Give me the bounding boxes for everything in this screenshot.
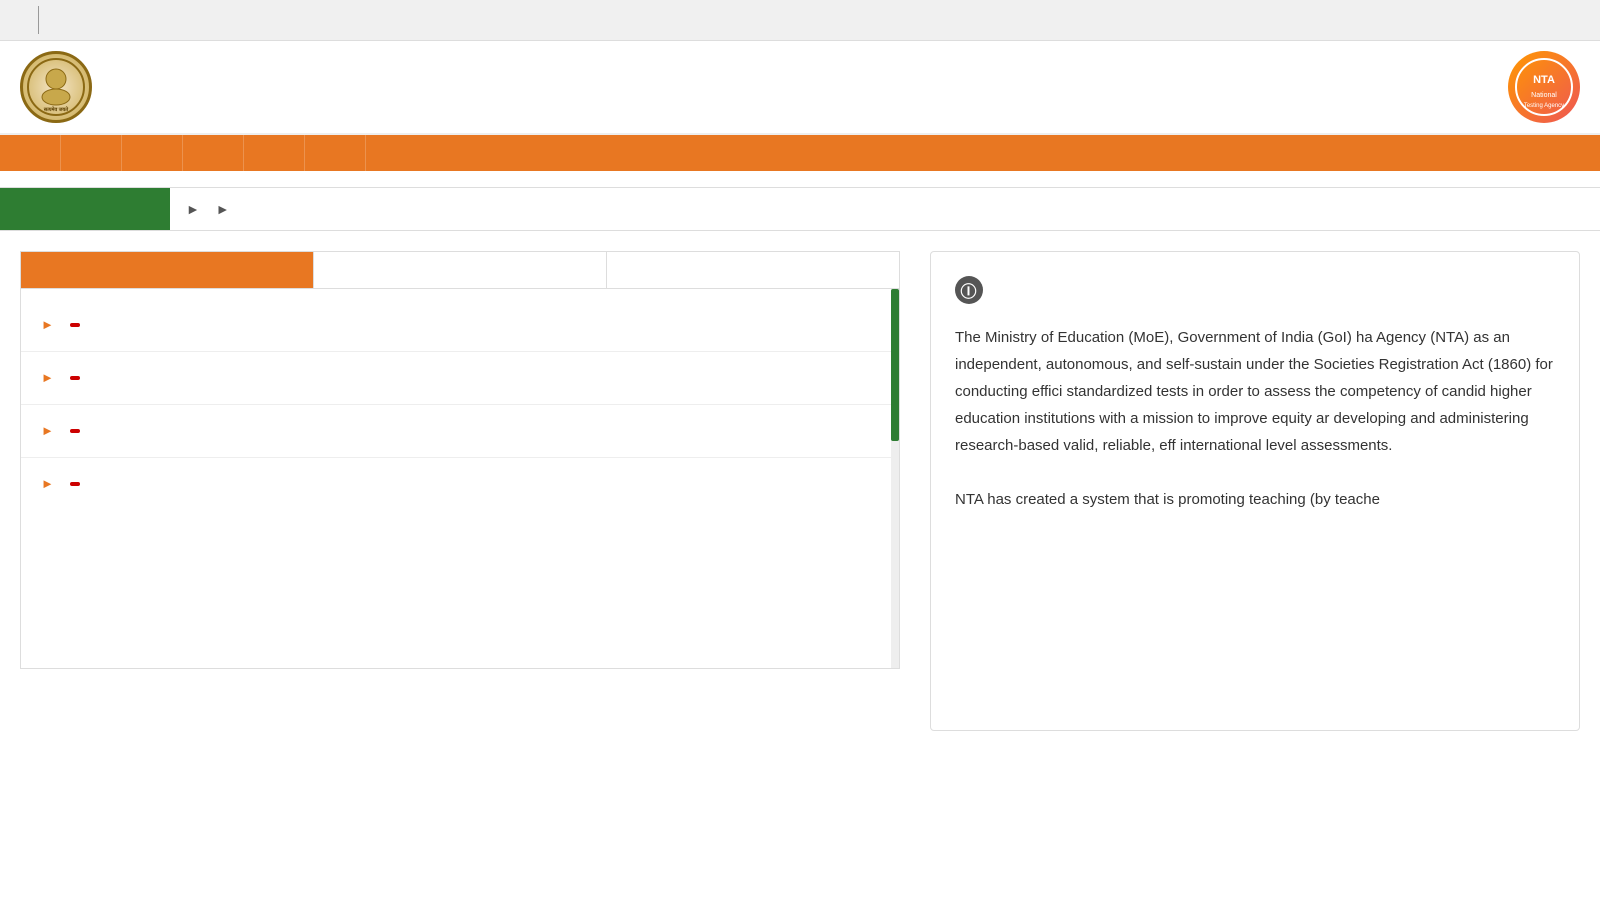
notice-item-1: ► [21,299,899,352]
tabs-container [20,251,900,289]
intro-text: The Ministry of Education (MoE), Governm… [955,324,1555,513]
right-circle-logo: NTA National Testing Agency [1508,51,1580,123]
svg-text:सत्यमेव जयते: सत्यमेव जयते [43,106,69,113]
new-badge-1 [70,323,80,327]
bullet-arrow-4: ► [41,476,54,491]
tab-news-events[interactable] [314,252,607,288]
scroll-thumb [891,289,899,441]
logo-section: सत्यमेव जयते [20,51,320,123]
emblem-logo: सत्यमेव जयते [20,51,92,123]
main-nav [0,135,1600,171]
info-icon: ⓘ [955,276,983,304]
notice-item-3: ► [21,405,899,458]
tab-candidate-activity[interactable] [607,252,899,288]
ticker-arrow-1: ► [186,201,200,217]
left-panel: ► ► ► ► [20,251,900,731]
cuet-banner [0,171,1600,187]
nav-universities[interactable] [183,135,244,171]
svg-text:National: National [1531,92,1557,99]
intro-title: ⓘ [955,276,1555,304]
new-badge-2 [70,376,80,380]
svg-text:NTA: NTA [1533,74,1555,86]
tab-public-notices[interactable] [21,252,314,288]
bullet-arrow-2: ► [41,370,54,385]
svg-text:Testing Agency: Testing Agency [1524,103,1564,109]
nav-important-download[interactable] [122,135,183,171]
nav-contact[interactable] [305,135,366,171]
gov-bar-divider [38,6,39,34]
notice-item-4: ► [21,458,899,510]
latest-news-label [0,188,170,230]
notice-item-2: ► [21,352,899,405]
government-bar [0,0,1600,41]
nav-home[interactable] [0,135,61,171]
main-content: ► ► ► ► ⓘ [0,231,1600,751]
ticker-arrow-2: ► [216,201,230,217]
new-badge-4 [70,482,80,486]
header-right-logo: NTA National Testing Agency [1500,51,1580,123]
nav-information-bulletin[interactable] [61,135,122,171]
news-ticker: ► ► [0,187,1600,231]
ticker-content: ► ► [170,201,1600,217]
scroll-bar[interactable] [891,289,899,668]
bullet-arrow-3: ► [41,423,54,438]
nav-syllabus[interactable] [244,135,305,171]
site-header: सत्यमेव जयते NTA National Testing Agency [0,41,1600,135]
bullet-arrow-1: ► [41,317,54,332]
introduction-box: ⓘ The Ministry of Education (MoE), Gover… [930,251,1580,731]
tab-content: ► ► ► ► [20,289,900,669]
right-panel: ⓘ The Ministry of Education (MoE), Gover… [900,251,1580,731]
new-badge-3 [70,429,80,433]
